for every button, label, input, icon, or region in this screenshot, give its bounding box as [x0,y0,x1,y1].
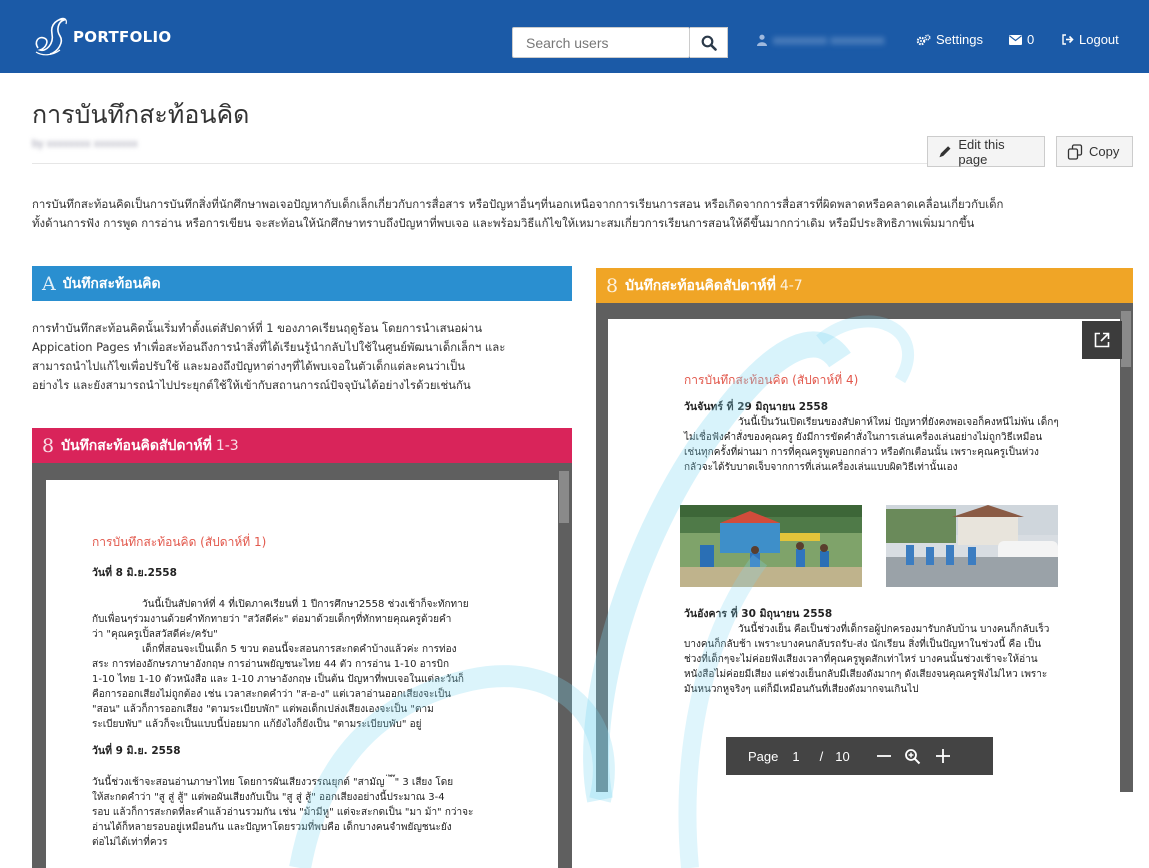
block-text-line: สามารถนำไปแก้ไขเพื่อปรับใช้ และมองถึงปัญ… [32,359,466,373]
document-page: การบันทึกสะท้อนคิด (สัปดาห์ที่ 1) วันที่… [46,480,558,868]
block-title: บันทึกสะท้อนคิดสัปดาห์ที่ [625,277,776,294]
playground-photo [680,505,862,587]
site-logo[interactable]: PORTFOLIO [32,14,171,60]
pager-total-pages: 10 [835,748,850,764]
document-line: เด็กที่สอนจะเป็นเด็ก 5 ขวบ ตอนนี้จะสอนกา… [142,644,457,655]
logout-label: Logout [1079,32,1119,47]
schoolyard-photo-image [886,505,1058,587]
document-line: อ่านได้ก็หลายรอบอยู่เหมือนกัน และปัญหาโด… [92,822,452,833]
playground-photo-image [680,505,862,587]
zoom-in-icon[interactable] [935,748,951,764]
envelope-icon [1009,34,1022,45]
popout-icon [1094,332,1110,348]
page-description-line: การบันทึกสะท้อนคิดเป็นการบันทึกสิ่งที่นั… [32,197,1004,211]
edit-page-button[interactable]: Edit this page [927,136,1045,167]
document-viewer-weeks-4-7[interactable]: การบันทึกสะท้อนคิด (สัปดาห์ที่ 4) วันจัน… [596,303,1133,792]
zoom-fit-icon[interactable] [904,748,921,765]
document-heading: การบันทึกสะท้อนคิด (สัปดาห์ที่ 4) [684,373,859,387]
block-number-icon: 8 [606,274,619,297]
page-title: การบันทึกสะท้อนคิด [32,100,250,129]
document-line: "สอน" แล้วก็การออกเสียง "ตามระเบียบพัก" … [92,704,434,715]
messages-count: 0 [1027,32,1035,47]
block-reflection-text: การทำบันทึกสะท้อนคิดนั้นเริ่มทำตั้งแต่สั… [32,319,572,395]
pager-separator: / [819,748,824,764]
copy-page-button[interactable]: Copy [1056,136,1133,167]
block-week-range: 4-7 [779,277,803,294]
block-weeks-4-7-header: 8 บันทึกสะท้อนคิดสัปดาห์ที่ 4-7 [596,268,1133,303]
gears-icon [916,33,931,45]
document-line: วันนี้ช่วงเย็น คือเป็นช่วงที่เด็กรอผู้ปก… [738,624,1050,635]
block-letter-icon: A [42,272,56,295]
document-line: กลัวจะได้รับบาดเจ็บจากการที่เล่นเครื่องเ… [684,462,958,473]
document-line: หนังสือไม่ค่อยมีเสียง แต่ช่วงเย็นกลับมีเ… [684,669,1048,680]
document-line: คือการออกเสียงไม่ถูกต้อง เช่น เวลาสะกดคำ… [92,689,452,700]
document-line: ว่า "คุณครูเปิ้ลสวัสดีค่ะ/ครับ" [92,629,218,640]
document-line: บางคนก็กลับช้า เพราะบางคนกลับรถรับ-ส่ง น… [684,639,1042,650]
messages-link[interactable]: 0 [1009,32,1034,47]
document-line: เช่นทุกครั้งที่ผ่านมา การที่คุณครูพูดบอก… [684,447,1039,458]
document-line: ไม่เชื่อฟังคำสั่งของคุณครู ยังมีการขัดคำ… [684,432,1043,443]
open-in-new-window-button[interactable] [1082,321,1122,359]
pager-current-page[interactable]: 1 [792,749,799,764]
settings-label: Settings [936,32,983,47]
page-author-byline[interactable]: by xxxxxxxx xxxxxxxx [32,138,138,150]
document-line: 1-10 ไทย 1-10 ตัวหนังสือ และ 1-10 ภาษาอั… [92,674,464,685]
search-users-input[interactable] [512,27,690,58]
document-line: กับเพื่อนๆร่วมงานด้วยคำทักทายว่า "สวัสดี… [92,614,452,625]
document-date: วันจันทร์ ที่ 29 มิถุนายน 2558 [684,401,829,413]
document-line: วันนี้เป็นวันเปิดเรียนของสัปดาห์ใหม่ ปัญ… [738,417,1059,428]
document-line: ระเบียบพับ" แล้วก็จะเป็นแบบนี้บ่อยมาก แก… [92,719,422,730]
top-navbar: PORTFOLIO xxxxxxxxx xxxxxxxxx Settings 0 [0,0,1149,73]
block-text-line: อย่างไร และยังสามารถนำไปประยุกต์ใช้ให้เข… [32,378,471,392]
document-line: ให้สะกดคำว่า "สู สู่ สู้" แต่พอผันเสียงก… [92,792,445,803]
block-title: บันทึกสะท้อนคิด [62,275,161,292]
document-date: วันที่ 9 มิ.ย. 2558 [92,745,181,757]
document-line: วันนี้เป็นสัปดาห์ที่ 4 ที่เปิดภาคเรียนที… [142,599,469,610]
pencil-icon [939,146,951,158]
logout-link[interactable]: Logout [1062,32,1119,47]
title-divider [32,163,927,164]
document-date: วันที่ 8 มิ.ย.2558 [92,567,177,579]
user-icon [757,34,767,46]
page-description-line: ทั้งด้านการฟัง การพูด การอ่าน หรือการเขี… [32,216,975,230]
block-weeks-1-3-header: 8 บันทึกสะท้อนคิดสัปดาห์ที่ 1-3 [32,428,572,463]
edit-page-label: Edit this page [958,136,1005,167]
document-pager-toolbar: Page 1 / 10 [726,737,993,775]
block-text-line: การทำบันทึกสะท้อนคิดนั้นเริ่มทำตั้งแต่สั… [32,321,483,335]
document-line: รอบ แล้วก็การสะกดที่ละคำแล้วอ่านรวมกัน เ… [92,807,474,818]
document-line: สระ การท่องอักษรภาษาอังกฤษ การอ่านพยัญชน… [92,659,450,670]
logo-flourish-icon [35,17,67,56]
document-line: ต่อไม่ได้เท่าที่ควร [92,837,168,848]
search-icon [701,35,717,51]
viewer-scrollbar-thumb[interactable] [1121,311,1131,367]
search-button[interactable] [690,27,728,58]
logo-text: PORTFOLIO [73,28,172,46]
settings-link[interactable]: Settings [916,32,983,47]
zoom-out-icon[interactable] [876,748,892,764]
block-text-line: Appication Pages ทำเพื่อสะท้อนถึงการนำสิ… [32,340,506,354]
document-line: ช่วงที่เด็กๆจะไม่ค่อยฟังเสียงเวลาที่คุณค… [684,654,1038,665]
schoolyard-photo [886,505,1058,587]
block-title: บันทึกสะท้อนคิดสัปดาห์ที่ [61,437,212,454]
sign-out-icon [1062,34,1074,45]
document-heading: การบันทึกสะท้อนคิด (สัปดาห์ที่ 1) [92,535,267,549]
block-week-range: 1-3 [215,437,239,454]
pager-label: Page [748,748,779,764]
user-name: xxxxxxxxx xxxxxxxxx [773,33,885,47]
copy-label: Copy [1089,144,1120,159]
viewer-scrollbar-thumb[interactable] [559,471,569,523]
current-user-link[interactable]: xxxxxxxxx xxxxxxxxx [757,33,885,47]
document-date: วันอังคาร ที่ 30 มิถุนายน 2558 [684,608,833,620]
page-description: การบันทึกสะท้อนคิดเป็นการบันทึกสิ่งที่นั… [32,195,1132,233]
document-line: วันนี้ช่วงเช้าจะสอนอ่านภาษาไทย โดยการผัน… [92,777,454,788]
document-photos [680,475,1080,603]
block-number-icon: 8 [42,434,55,457]
document-line: มันหนวกหูจริงๆ แต่ก็มีเหมือนกันที่เสียงด… [684,684,919,695]
copy-icon [1067,143,1083,160]
block-reflection-header: A บันทึกสะท้อนคิด [32,266,572,301]
document-viewer-weeks-1-3[interactable]: การบันทึกสะท้อนคิด (สัปดาห์ที่ 1) วันที่… [32,463,572,868]
document-page: การบันทึกสะท้อนคิด (สัปดาห์ที่ 4) วันจัน… [608,319,1120,792]
